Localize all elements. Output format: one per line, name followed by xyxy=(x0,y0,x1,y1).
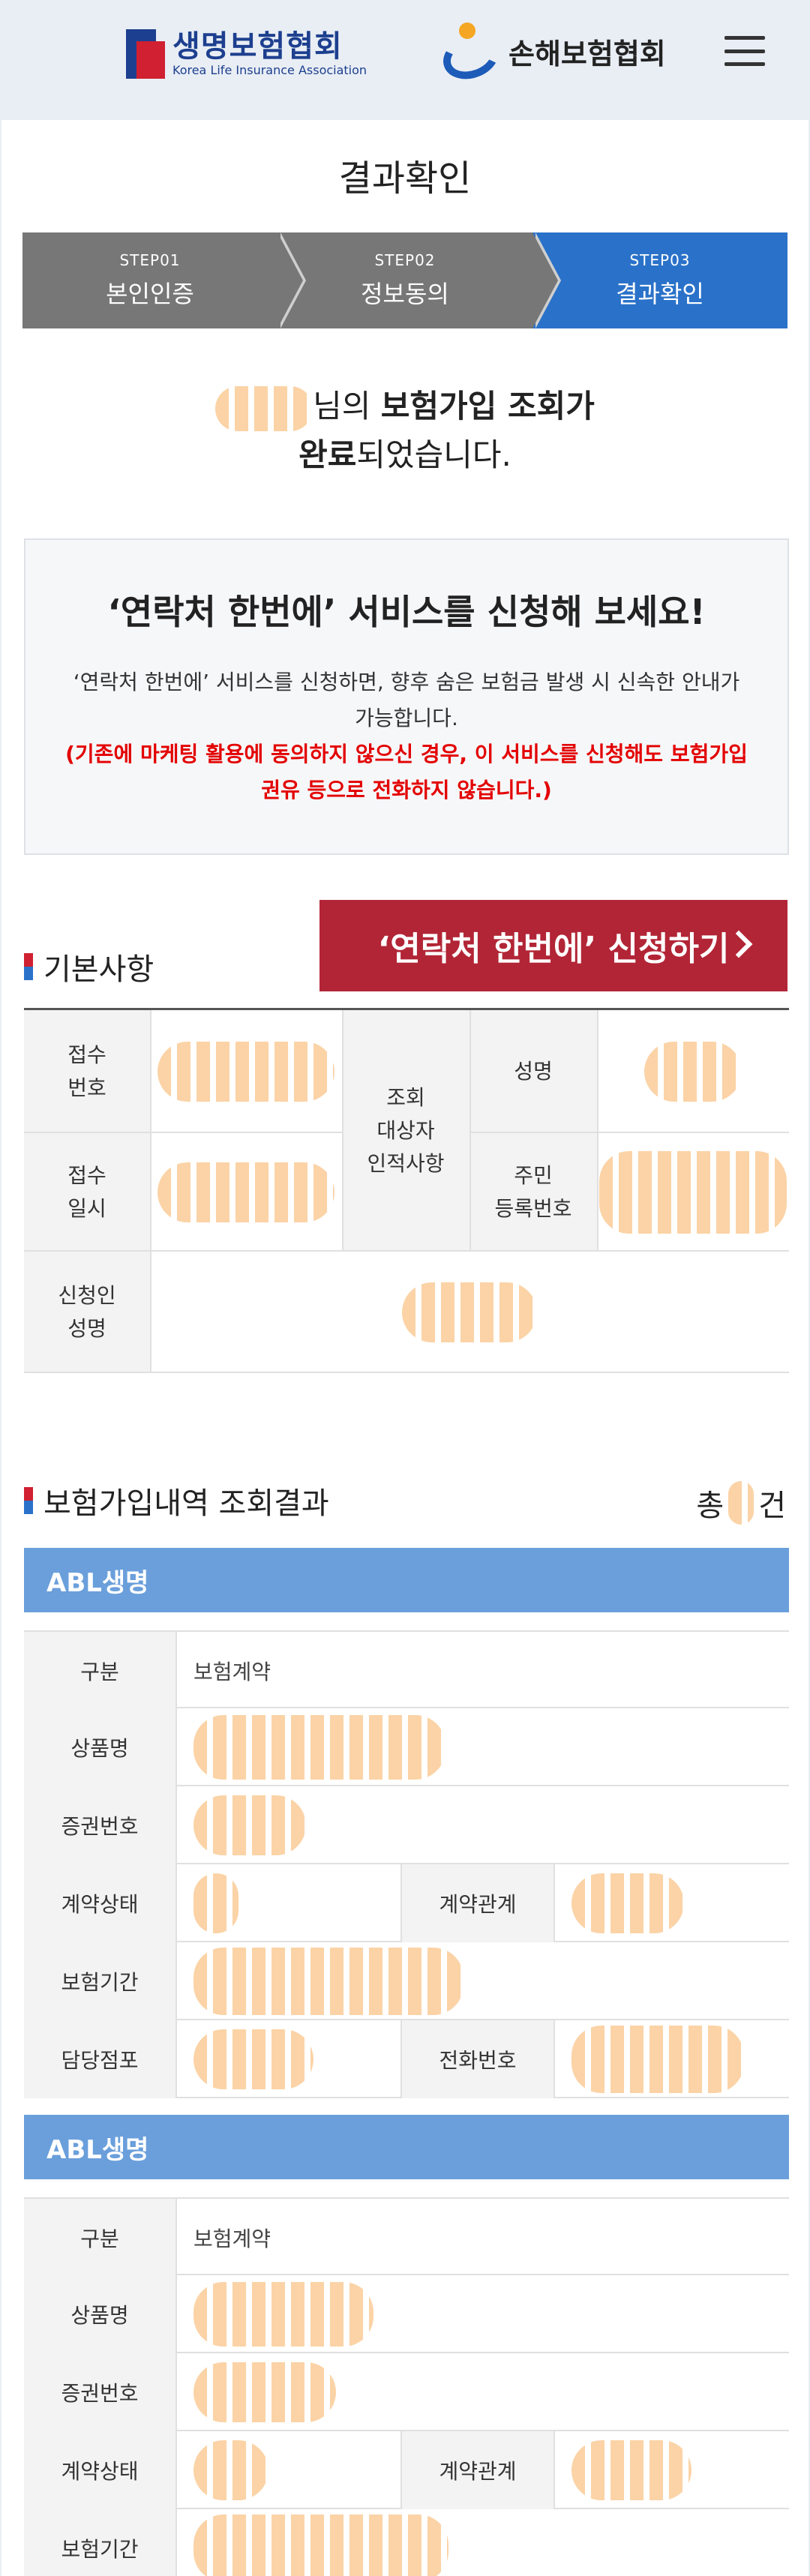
relation-label: 계약관계 xyxy=(402,1864,555,1942)
service-notice-box: ‘연락처 한번에’ 서비스를 신청해 보세요! ‘연락처 한번에’ 서비스를 신… xyxy=(24,538,789,855)
result-row-product: 상품명 xyxy=(24,2275,789,2353)
result-row-period: 보험기간 xyxy=(24,2509,789,2576)
result-row-branch: 담당점포 전화번호 xyxy=(24,2020,789,2098)
result-row-product: 상품명 xyxy=(24,1708,789,1786)
receipt-number-value xyxy=(150,1010,342,1133)
nonlife-insurance-logo-icon xyxy=(436,22,506,87)
completion-message: 님의 보험가입 조회가 완료되었습니다. xyxy=(2,382,808,479)
receipt-number-label: 접수 번호 xyxy=(24,1010,150,1133)
apply-contact-service-button[interactable]: ‘연락처 한번에’ 신청하기 xyxy=(320,900,788,991)
receipt-date-label: 접수 일시 xyxy=(24,1133,150,1252)
relation-label: 계약관계 xyxy=(402,2431,555,2509)
total-prefix: 총 xyxy=(696,1489,724,1523)
life-insurance-association-logo[interactable]: 생명보험협회 Korea Life Insurance Association xyxy=(126,27,367,81)
life-logo-english: Korea Life Insurance Association xyxy=(172,63,368,77)
product-value xyxy=(177,2275,789,2353)
step-2-number: STEP02 xyxy=(374,251,436,269)
relation-value xyxy=(555,1864,789,1942)
rrn-value xyxy=(597,1133,789,1252)
policy-number-value xyxy=(177,1786,789,1864)
page-title: 결과확인 xyxy=(338,157,472,199)
branch-label: 담당점포 xyxy=(24,2020,177,2098)
relation-value xyxy=(555,2431,789,2509)
status-value xyxy=(177,2431,402,2509)
site-header: 생명보험협회 Korea Life Insurance Association … xyxy=(0,0,810,118)
result-item: ABL생명 구분 보험계약 상품명 증권번호 계약상태 계약관계 보험기간 xyxy=(24,2115,789,2576)
type-value: 보험계약 xyxy=(194,1660,272,1684)
step-indicator: STEP01 본인인증 STEP02 정보동의 STEP03 결과확인 xyxy=(22,232,788,328)
notice-body: ‘연락처 한번에’ 서비스를 신청하면, 향후 숨은 보험금 발생 시 신속한 … xyxy=(73,670,740,730)
branch-value xyxy=(177,2020,402,2098)
step-1-number: STEP01 xyxy=(119,251,181,269)
receipt-date-value xyxy=(150,1133,342,1252)
results-title: 보험가입내역 조회결과 xyxy=(24,1479,329,1522)
result-row-type: 구분 보험계약 xyxy=(24,1630,789,1710)
result-row-type: 구분 보험계약 xyxy=(24,2197,789,2277)
result-row-policy: 증권번호 xyxy=(24,2353,789,2431)
completion-suffix-1: 님의 xyxy=(313,388,381,424)
step-2: STEP02 정보동의 xyxy=(278,232,561,328)
life-insurance-logo-icon xyxy=(126,29,165,79)
masked-total-count xyxy=(728,1481,754,1525)
section-marker-icon xyxy=(24,1487,33,1514)
results-title-text: 보험가입내역 조회결과 xyxy=(44,1486,329,1521)
product-label: 상품명 xyxy=(24,2275,177,2353)
result-company-header: ABL생명 xyxy=(24,1548,789,1612)
masked-user-name xyxy=(215,385,314,431)
result-company-header: ABL생명 xyxy=(24,2115,789,2179)
period-value xyxy=(177,1942,789,2020)
applicant-name-label: 신청인 성명 xyxy=(24,1252,150,1373)
notice-heading: ‘연락처 한번에’ 서비스를 신청해 보세요! xyxy=(107,592,706,632)
person-info-label: 조회 대상자 인적사항 xyxy=(342,1010,470,1252)
result-row-policy: 증권번호 xyxy=(24,1786,789,1864)
result-row-period: 보험기간 xyxy=(24,1942,789,2020)
status-value xyxy=(177,1864,402,1942)
status-label: 계약상태 xyxy=(24,2431,177,2509)
rrn-label: 주민 등록번호 xyxy=(470,1133,597,1252)
life-logo-korean: 생명보험협회 xyxy=(172,29,343,64)
completion-strong-2: 완료 xyxy=(298,436,357,473)
type-value: 보험계약 xyxy=(194,2227,272,2251)
step-3-number: STEP03 xyxy=(629,251,691,269)
type-label: 구분 xyxy=(24,1632,177,1710)
step-3-label: 결과확인 xyxy=(616,280,704,308)
results-total-count: 총 건 xyxy=(696,1481,786,1525)
nonlife-logo-korean: 손해보험협회 xyxy=(508,37,666,70)
product-label: 상품명 xyxy=(24,1708,177,1786)
status-label: 계약상태 xyxy=(24,1864,177,1942)
basic-info-title: 기본사항 xyxy=(24,945,154,988)
step-1: STEP01 본인인증 xyxy=(22,232,306,328)
policy-number-label: 증권번호 xyxy=(24,2353,177,2431)
applicant-name-value xyxy=(150,1252,789,1373)
phone-value xyxy=(555,2020,789,2098)
result-row-status: 계약상태 계약관계 xyxy=(24,2431,789,2509)
product-value xyxy=(177,1708,789,1786)
policy-number-label: 증권번호 xyxy=(24,1786,177,1864)
type-label: 구분 xyxy=(24,2199,177,2277)
period-label: 보험기간 xyxy=(24,2509,177,2576)
step-1-label: 본인인증 xyxy=(106,280,194,308)
period-value xyxy=(177,2509,789,2576)
main-content: 결과확인 STEP01 본인인증 STEP02 정보동의 STEP03 결과확인… xyxy=(2,120,808,2576)
completion-strong-1: 보험가입 조회가 xyxy=(380,388,595,424)
notice-warning: (기존에 마케팅 활용에 동의하지 않으신 경우, 이 서비스를 신청해도 보험… xyxy=(65,742,748,802)
basic-info-table: 접수 번호 조회 대상자 인적사항 성명 접수 일시 주민 등록번호 신청인 성… xyxy=(24,1008,789,1373)
nonlife-insurance-association-logo[interactable]: 손해보험협회 xyxy=(436,22,666,87)
completion-suffix-2: 되었습니다. xyxy=(356,436,512,473)
total-suffix: 건 xyxy=(758,1489,786,1523)
step-3-active: STEP03 결과확인 xyxy=(532,232,788,328)
phone-label: 전화번호 xyxy=(402,2020,555,2098)
name-value xyxy=(597,1010,789,1133)
apply-button-label: ‘연락처 한번에’ 신청하기 xyxy=(377,930,730,968)
hamburger-icon[interactable] xyxy=(724,36,765,66)
result-item: ABL생명 구분 보험계약 상품명 증권번호 계약상태 계약관계 보험기간 담당… xyxy=(24,1548,789,2098)
section-marker-icon xyxy=(24,953,33,980)
period-label: 보험기간 xyxy=(24,1942,177,2020)
name-label: 성명 xyxy=(470,1010,597,1133)
policy-number-value xyxy=(177,2353,789,2431)
basic-info-title-text: 기본사항 xyxy=(44,952,154,987)
step-2-label: 정보동의 xyxy=(361,280,449,308)
result-row-status: 계약상태 계약관계 xyxy=(24,1864,789,1942)
